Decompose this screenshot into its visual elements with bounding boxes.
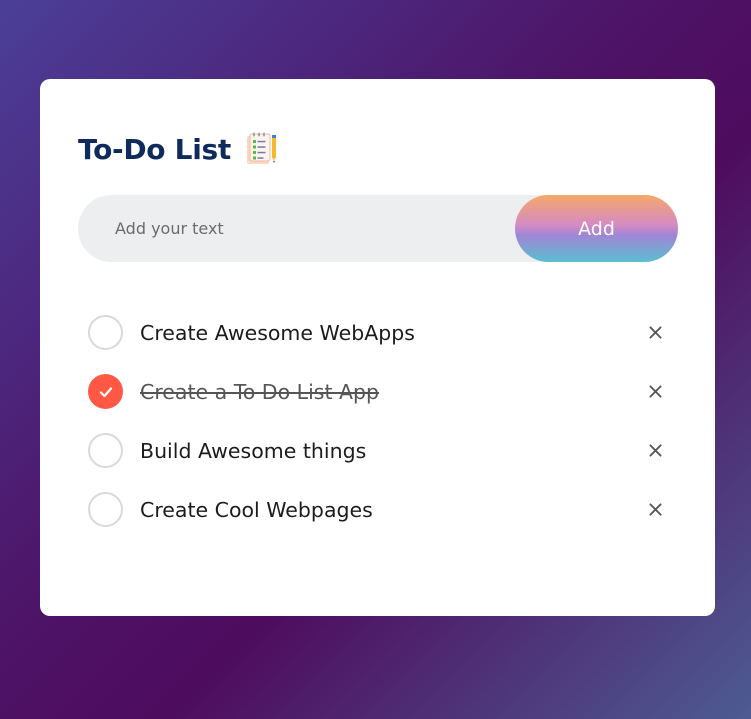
page-title: To-Do List xyxy=(78,132,231,166)
task-input[interactable] xyxy=(78,195,518,262)
notepad-with-pencil-icon xyxy=(246,132,276,164)
add-button[interactable]: Add xyxy=(515,195,678,262)
list-item[interactable]: Build Awesome things xyxy=(88,421,668,480)
title-row: To-Do List xyxy=(78,131,280,167)
task-checkbox[interactable] xyxy=(88,315,123,350)
checkmark-icon xyxy=(99,386,112,397)
task-text: Create Awesome WebApps xyxy=(140,320,415,345)
task-text: Create Cool Webpages xyxy=(140,497,373,522)
list-item[interactable]: Create Cool Webpages xyxy=(88,480,668,539)
close-icon[interactable] xyxy=(644,499,666,521)
task-text: Create a To Do List App xyxy=(140,379,380,404)
task-text: Build Awesome things xyxy=(140,438,367,463)
add-task-row: Add xyxy=(78,195,678,262)
task-checkbox[interactable] xyxy=(88,492,123,527)
list-item[interactable]: Create a To Do List App xyxy=(88,362,668,421)
task-checkbox[interactable] xyxy=(88,433,123,468)
todo-list: Create Awesome WebApps Create a To Do Li… xyxy=(88,303,668,539)
close-icon[interactable] xyxy=(644,440,666,462)
todo-card: To-Do List Add Create Awesome xyxy=(40,79,715,616)
close-icon[interactable] xyxy=(644,322,666,344)
task-checkbox-checked[interactable] xyxy=(88,374,123,409)
list-item[interactable]: Create Awesome WebApps xyxy=(88,303,668,362)
close-icon[interactable] xyxy=(644,381,666,403)
